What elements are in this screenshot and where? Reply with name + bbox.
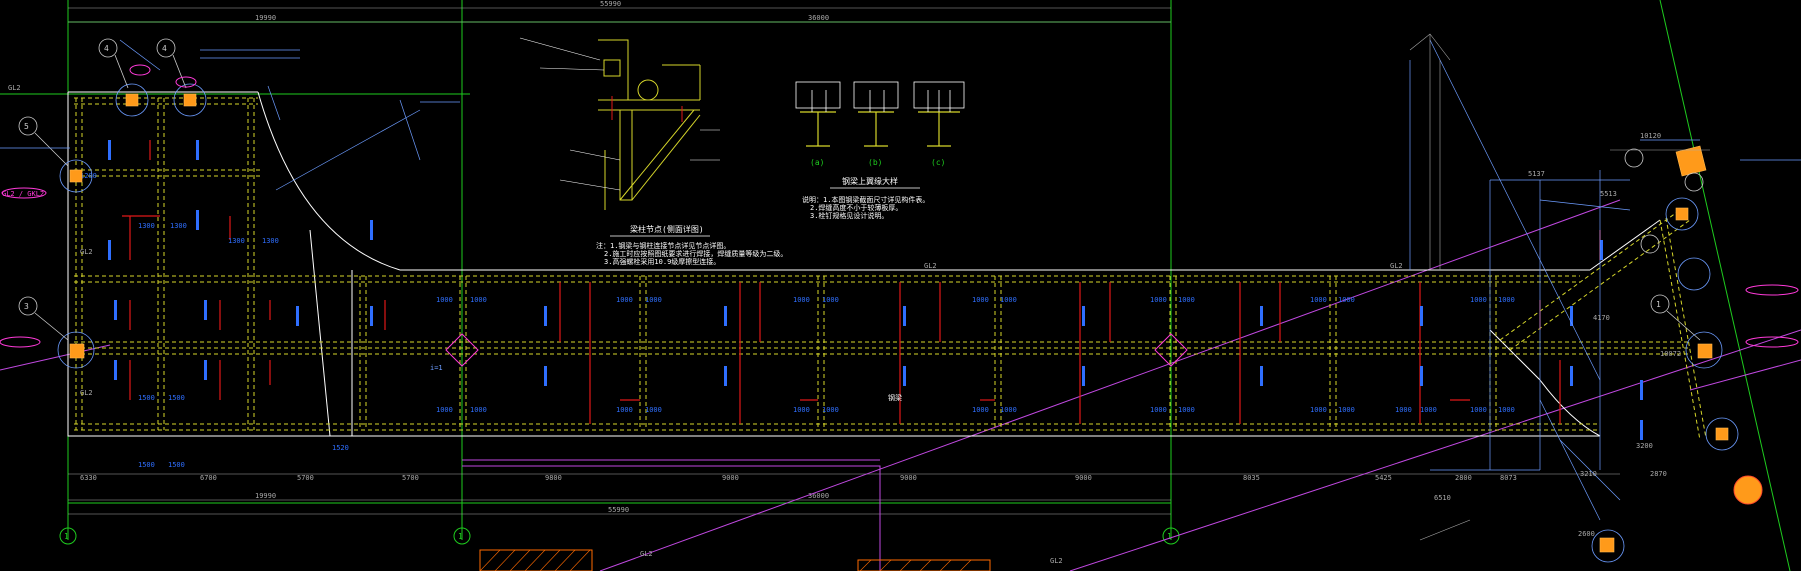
svg-text:1000: 1000: [1338, 296, 1355, 304]
svg-text:6510: 6510: [1434, 494, 1451, 502]
svg-text:1000: 1000: [1420, 406, 1437, 414]
axis-marker-label: 1: [1167, 532, 1172, 541]
svg-text:1000: 1000: [793, 296, 810, 304]
connection-note-2: 2.施工时应按照图纸要求进行焊接，焊缝质量等级为二级。: [604, 249, 787, 258]
svg-text:1000: 1000: [470, 296, 487, 304]
svg-text:1000: 1000: [616, 296, 633, 304]
svg-text:GL2: GL2: [1050, 557, 1063, 565]
svg-text:1000: 1000: [436, 406, 453, 414]
svg-text:1300: 1300: [228, 237, 245, 245]
axis-bubble-label: 4: [104, 44, 109, 53]
svg-text:5137: 5137: [1528, 170, 1545, 178]
axis-bubble-label: 4: [162, 44, 167, 53]
connection-note-3: 3.高强螺栓采用10.9级摩擦型连接。: [604, 257, 720, 266]
svg-text:3200: 3200: [1636, 442, 1653, 450]
svg-text:1300: 1300: [262, 237, 279, 245]
svg-text:1200: 1200: [80, 172, 97, 180]
svg-text:GL2: GL2: [924, 262, 937, 270]
svg-text:1000: 1000: [972, 296, 989, 304]
svg-text:1000: 1000: [616, 406, 633, 414]
svg-text:1000: 1000: [1000, 296, 1017, 304]
svg-text:1300: 1300: [170, 222, 187, 230]
svg-text:1000: 1000: [822, 296, 839, 304]
svg-text:1000: 1000: [1470, 296, 1487, 304]
center-mark: 钢梁: [888, 393, 902, 402]
svg-text:1000: 1000: [436, 296, 453, 304]
svg-text:1500: 1500: [168, 461, 185, 469]
svg-text:1000: 1000: [1178, 296, 1195, 304]
axis-bubble-label: 3: [24, 302, 29, 311]
svg-text:9800: 9800: [545, 474, 562, 482]
svg-text:1000: 1000: [645, 296, 662, 304]
cad-drawing-canvas[interactable]: 1 1 1 55990 19990 36000 19990 36000 5599…: [0, 0, 1801, 571]
svg-text:1000: 1000: [1498, 406, 1515, 414]
svg-text:10120: 10120: [1640, 132, 1661, 140]
svg-text:1000: 1000: [645, 406, 662, 414]
section-note-3: 3.栓钉规格见设计说明。: [810, 211, 888, 220]
dim-top-total: 55990: [600, 0, 621, 8]
svg-text:10072: 10072: [1660, 350, 1681, 358]
svg-text:1000: 1000: [1395, 406, 1412, 414]
dim-top-right: 36000: [808, 14, 829, 22]
round-column: [1733, 475, 1763, 505]
dim-bottom-left: 19990: [255, 492, 276, 500]
section-label-b: (b): [868, 158, 882, 167]
svg-text:5700: 5700: [297, 474, 314, 482]
svg-text:1000: 1000: [972, 406, 989, 414]
svg-text:1000: 1000: [1338, 406, 1355, 414]
svg-text:1000: 1000: [793, 406, 810, 414]
svg-text:1000: 1000: [1150, 406, 1167, 414]
svg-text:1000: 1000: [470, 406, 487, 414]
axis-bubble-label: 1: [1656, 300, 1661, 309]
svg-text:GL2: GL2: [80, 389, 93, 397]
svg-text:4170: 4170: [1593, 314, 1610, 322]
svg-text:1500: 1500: [138, 461, 155, 469]
dim-top-left: 19990: [255, 14, 276, 22]
section-label-c: (c): [931, 158, 945, 167]
svg-text:9000: 9000: [722, 474, 739, 482]
svg-text:1000: 1000: [1310, 406, 1327, 414]
svg-text:GL2: GL2: [8, 84, 21, 92]
svg-text:6330: 6330: [80, 474, 97, 482]
svg-text:3210: 3210: [1580, 470, 1597, 478]
axis-bubble-label: 5: [24, 122, 29, 131]
svg-text:1000: 1000: [1178, 406, 1195, 414]
svg-text:2870: 2870: [1650, 470, 1667, 478]
svg-text:1000: 1000: [1150, 296, 1167, 304]
svg-text:6700: 6700: [200, 474, 217, 482]
svg-text:1000: 1000: [822, 406, 839, 414]
svg-text:1000: 1000: [1470, 406, 1487, 414]
svg-text:2800: 2800: [1455, 474, 1472, 482]
section-note-1: 说明：1.本图钢梁截面尺寸详见构件表。: [802, 195, 929, 204]
svg-text:1000: 1000: [1000, 406, 1017, 414]
svg-text:1500: 1500: [138, 394, 155, 402]
svg-text:1520: 1520: [332, 444, 349, 452]
connection-title: 梁柱节点(侧面详图): [630, 224, 704, 234]
svg-text:9000: 9000: [1075, 474, 1092, 482]
svg-text:2600: 2600: [1578, 530, 1595, 538]
axis-marker-label: 1: [458, 532, 463, 541]
section-label-a: (a): [810, 158, 824, 167]
section-note-2: 2.焊缝高度不小于较薄板厚。: [810, 203, 902, 212]
dim-bottom-right: 36000: [808, 492, 829, 500]
svg-text:5425: 5425: [1375, 474, 1392, 482]
svg-text:1500: 1500: [168, 394, 185, 402]
svg-text:8035: 8035: [1243, 474, 1260, 482]
svg-text:9000: 9000: [900, 474, 917, 482]
svg-text:5700: 5700: [402, 474, 419, 482]
svg-text:8073: 8073: [1500, 474, 1517, 482]
svg-text:1000: 1000: [1310, 296, 1327, 304]
svg-text:GL2: GL2: [640, 550, 653, 558]
svg-text:GL2: GL2: [1390, 262, 1403, 270]
svg-text:GL2: GL2: [80, 248, 93, 256]
slope-label: i=1: [430, 364, 443, 372]
dim-bottom-total: 55990: [608, 506, 629, 514]
svg-text:5513: 5513: [1600, 190, 1617, 198]
left-callout: GL2 / GKL2: [2, 190, 44, 198]
axis-marker-label: 1: [64, 532, 69, 541]
svg-text:1300: 1300: [138, 222, 155, 230]
section-title: 钢梁上翼缘大样: [842, 176, 898, 186]
svg-text:1000: 1000: [1498, 296, 1515, 304]
connection-note-1: 注：1.钢梁与钢柱连接节点详见节点详图。: [596, 241, 730, 250]
